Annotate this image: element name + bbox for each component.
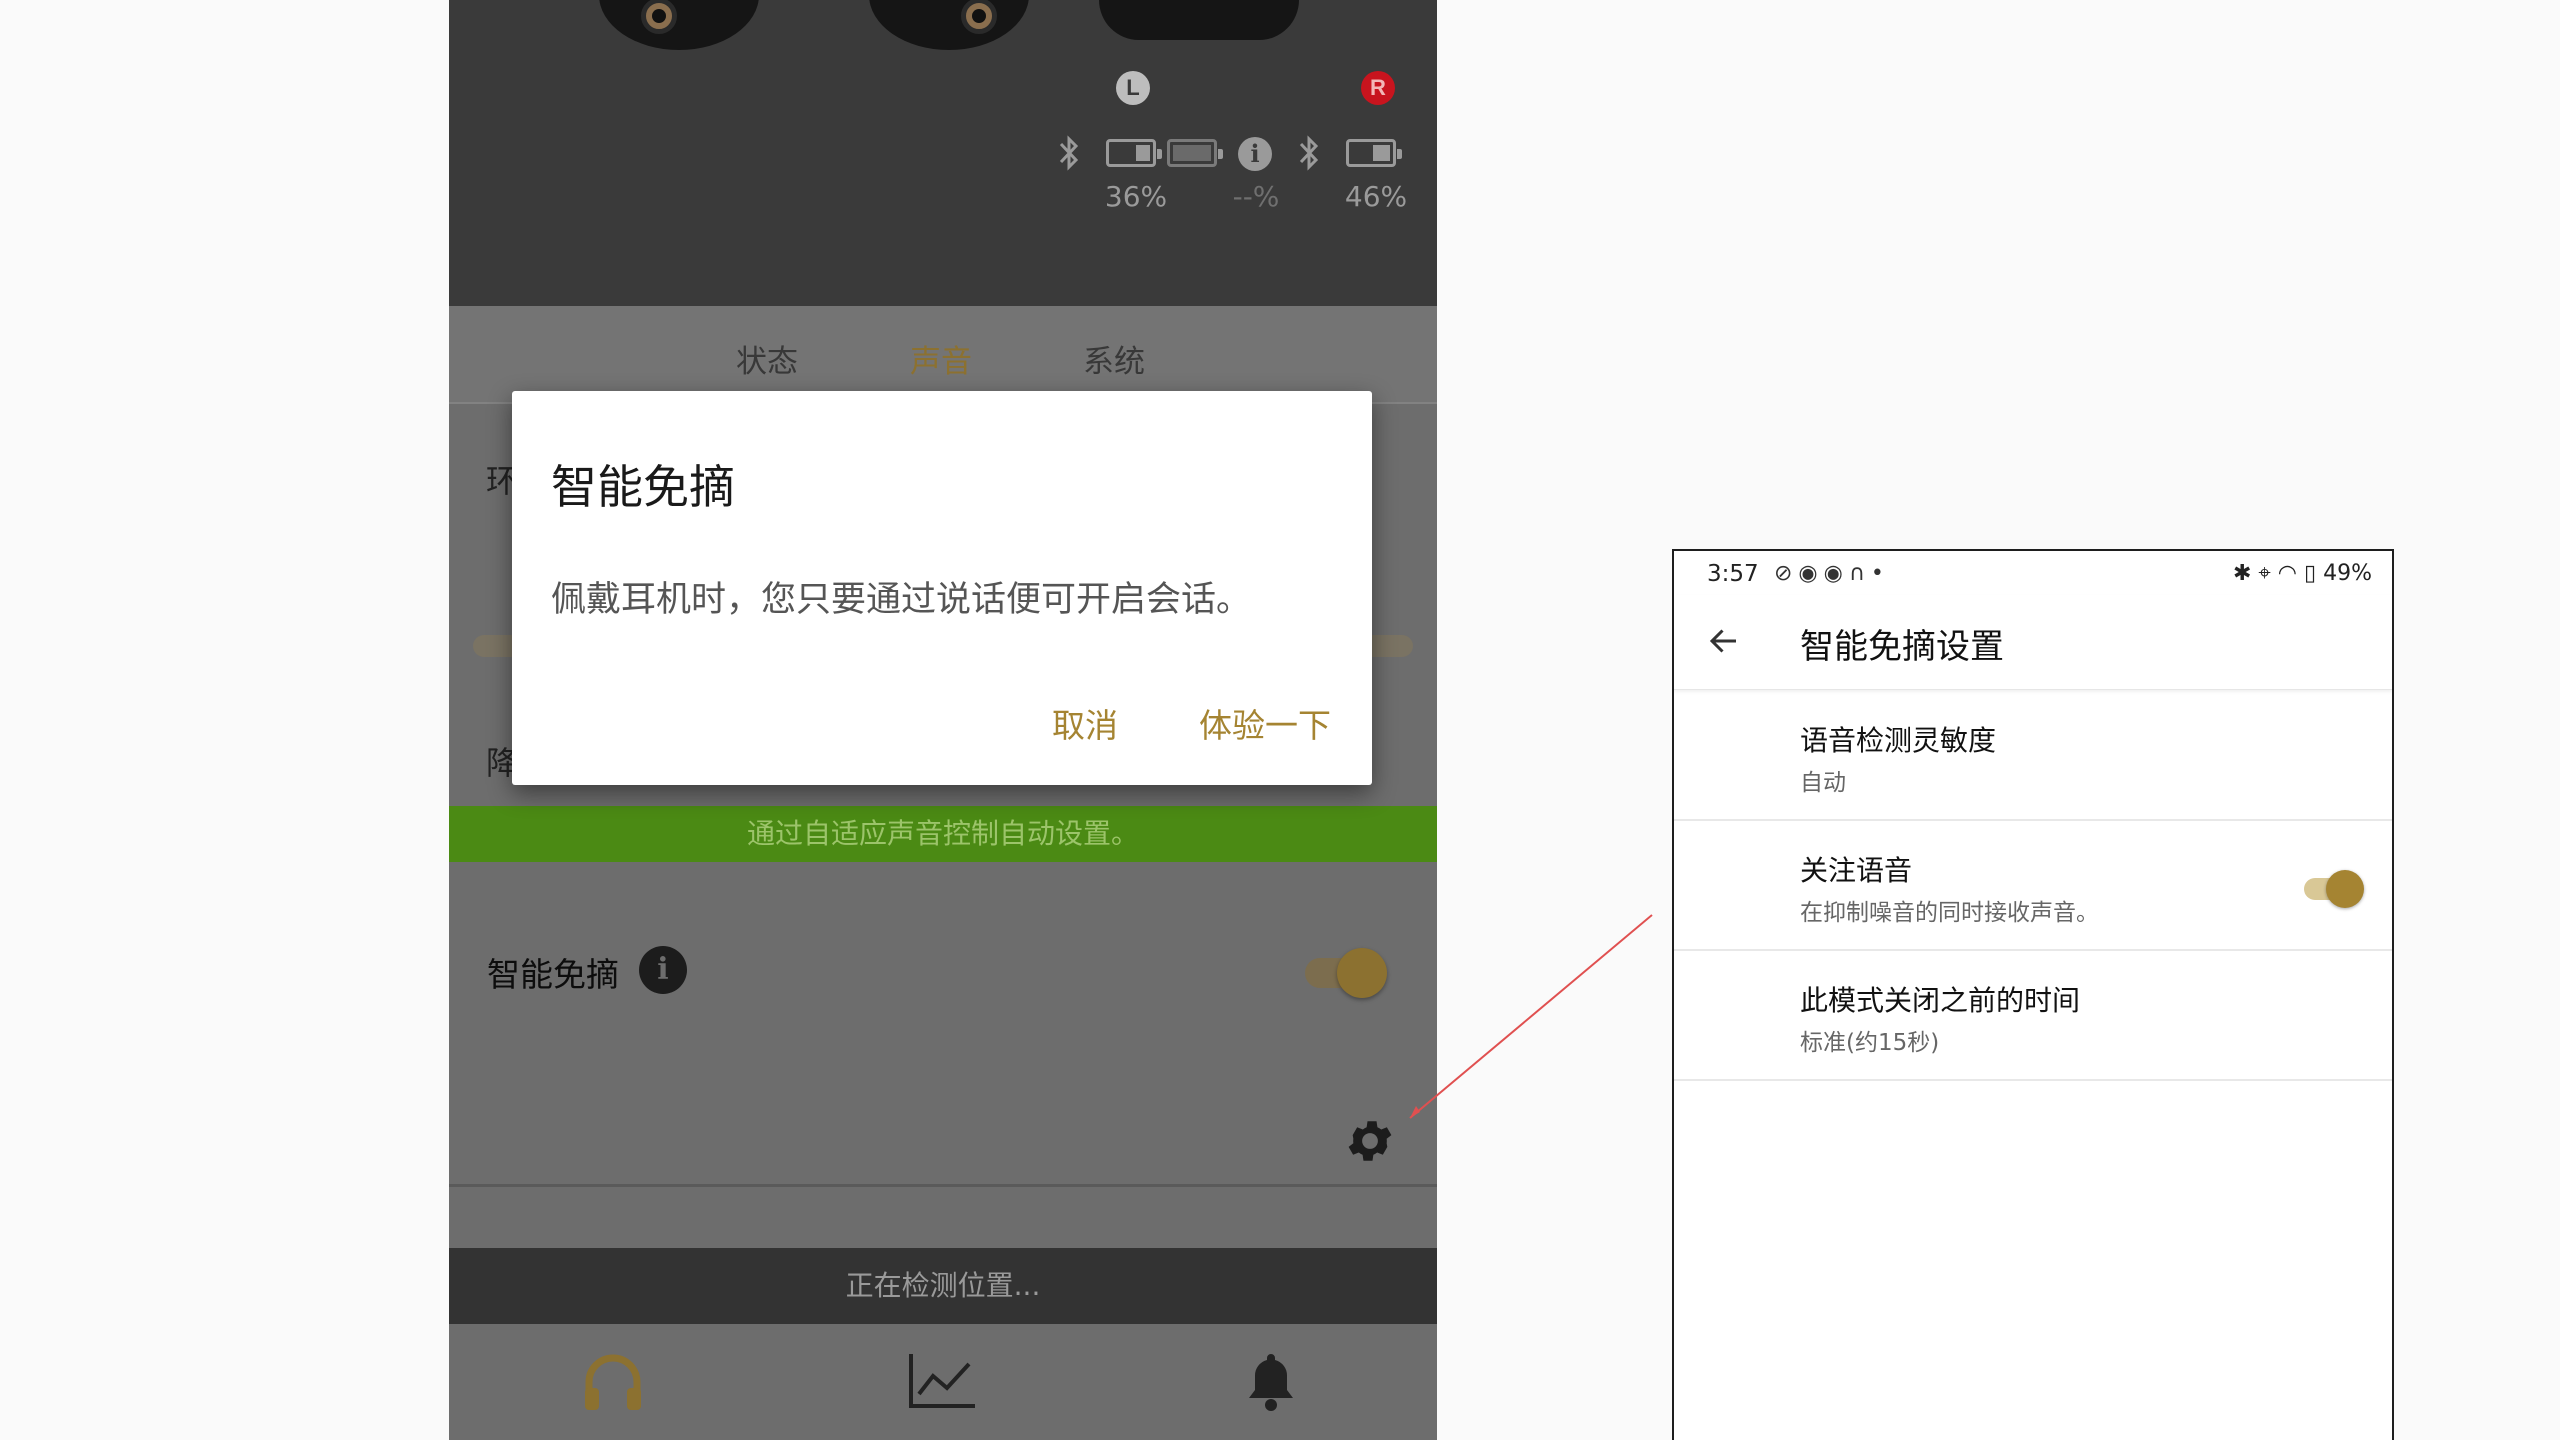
focus-on-voice-toggle-knob[interactable] <box>2326 870 2364 908</box>
bell-icon <box>1249 1354 1293 1411</box>
battery-icon: ▯ <box>2303 561 2317 586</box>
nav-notifications[interactable]: 信息 <box>1211 1350 1331 1416</box>
setting-title: 此模式关闭之前的时间 <box>1800 984 2081 1017</box>
tab-sound[interactable]: 声音 <box>910 336 972 381</box>
back-arrow-icon[interactable] <box>1706 623 1742 659</box>
setting-title: 关注语音 <box>1800 854 1913 887</box>
speak-to-chat-dialog: 智能免摘 佩戴耳机时，您只要通过说话便可开启会话。 取消 体验一下 <box>512 391 1372 785</box>
setting-voice-sensitivity[interactable]: 语音检测灵敏度 自动 <box>1674 691 2392 821</box>
dialog-title: 智能免摘 <box>551 460 735 514</box>
tab-bar: 状态 声音 系统 <box>449 306 1437 404</box>
gear-icon[interactable] <box>1343 1114 1397 1168</box>
bottom-navigation: 耳机 活动 信息 <box>449 1324 1437 1440</box>
status-time: 3:57 <box>1707 561 1759 587</box>
setting-focus-on-voice[interactable]: 关注语音 在抑制噪音的同时接收声音。 <box>1674 821 2392 951</box>
bluetooth-icon: ✱ <box>2232 561 2252 586</box>
notification-icons: ⊘◉◉∩• <box>1774 561 1890 586</box>
location-icon: ⌖ <box>2258 561 2271 586</box>
next-card <box>449 1188 1437 1248</box>
page-title: 智能免摘设置 <box>1800 627 2004 667</box>
dialog-body: 佩戴耳机时，您只要通过说话便可开启会话。 <box>551 580 1252 620</box>
status-icons: ✱ ⌖ ◠ ▯ 49% <box>2233 561 2372 586</box>
speak-to-chat-toggle-knob[interactable] <box>1337 948 1387 998</box>
settings-screen: 3:57 ⊘◉◉∩• ✱ ⌖ ◠ ▯ 49% 智能免摘设置 语音检测灵敏度 自动… <box>1672 549 2394 1440</box>
try-it-button[interactable]: 体验一下 <box>1199 699 1331 747</box>
activity-chart-icon <box>909 1354 975 1408</box>
setting-mode-off-time[interactable]: 此模式关闭之前的时间 标准(约15秒) <box>1674 951 2392 1081</box>
tab-system[interactable]: 系统 <box>1083 336 1145 381</box>
setting-value: 标准(约15秒) <box>1800 1030 1940 1056</box>
setting-title: 语音检测灵敏度 <box>1800 724 1997 757</box>
cancel-button[interactable]: 取消 <box>1052 699 1118 747</box>
info-icon[interactable]: i <box>639 946 687 994</box>
wifi-icon: ◠ <box>2277 561 2297 586</box>
speak-to-chat-label: 智能免摘 <box>487 955 619 994</box>
nav-activity[interactable]: 活动 <box>882 1350 1002 1414</box>
headphones-icon <box>585 1354 641 1410</box>
adaptive-sound-banner: 通过自适应声音控制自动设置。 <box>449 806 1437 862</box>
speak-to-chat-card: 智能免摘 i <box>449 862 1437 1187</box>
location-snackbar: 正在检测位置... <box>449 1248 1437 1324</box>
app-bar: 智能免摘设置 <box>1674 595 2392 690</box>
setting-description: 在抑制噪音的同时接收声音。 <box>1800 900 2099 926</box>
nav-headphones[interactable]: 耳机 <box>553 1350 673 1414</box>
battery-percent: 49% <box>2323 561 2372 586</box>
tab-status[interactable]: 状态 <box>736 336 798 381</box>
setting-value: 自动 <box>1800 770 1846 796</box>
